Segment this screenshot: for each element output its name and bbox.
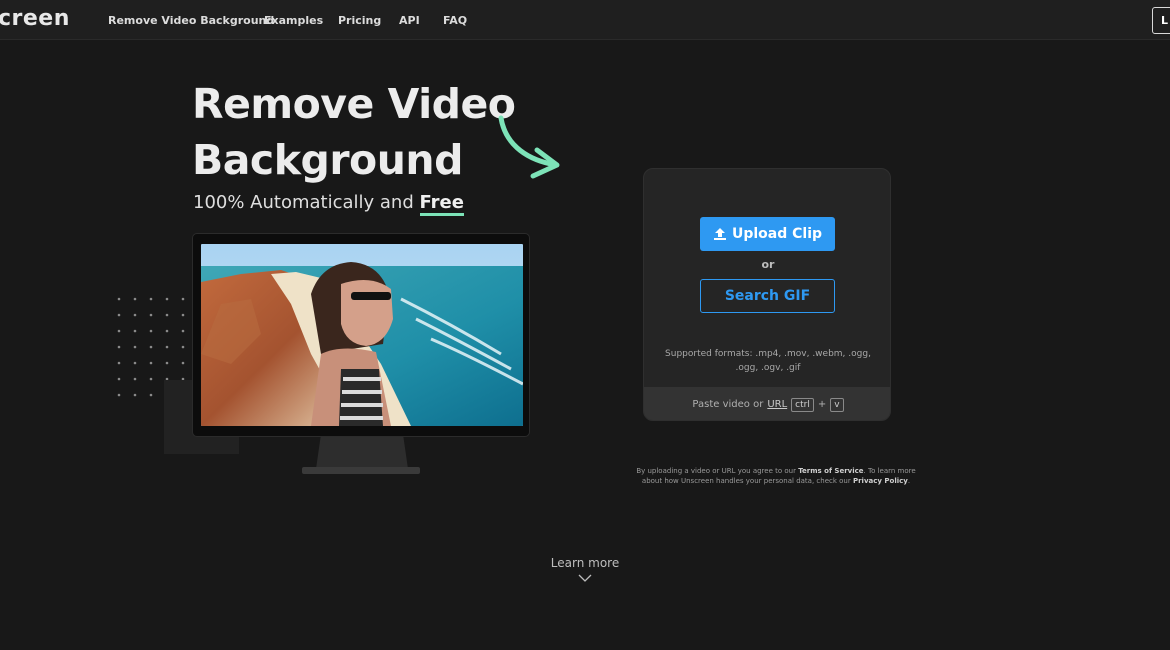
nav-faq[interactable]: FAQ bbox=[443, 14, 467, 27]
or-divider: or bbox=[761, 258, 775, 271]
hero-subtitle-text: 100% Automatically and bbox=[193, 192, 420, 213]
paste-url-link[interactable]: URL bbox=[767, 399, 787, 410]
curved-arrow-icon bbox=[498, 115, 560, 179]
v-key: v bbox=[830, 397, 844, 412]
learn-more-link[interactable]: Learn more bbox=[535, 556, 635, 570]
upload-card: Upload Clip or Search GIF Supported form… bbox=[643, 168, 891, 421]
monitor-base bbox=[302, 467, 420, 474]
logo[interactable]: creen bbox=[0, 6, 70, 31]
upload-clip-button[interactable]: Upload Clip bbox=[700, 217, 835, 251]
terms-text-1: By uploading a video or URL you agree to… bbox=[636, 467, 799, 475]
demo-video-image bbox=[201, 244, 523, 426]
page: creen Remove Video Background Examples P… bbox=[0, 0, 1170, 650]
privacy-policy-link[interactable]: Privacy Policy bbox=[853, 477, 908, 485]
plus-sign: + bbox=[817, 399, 827, 410]
monitor-frame bbox=[192, 233, 530, 437]
login-button[interactable]: L bbox=[1152, 7, 1170, 34]
paste-bar: Paste video or URL ctrl + v bbox=[644, 387, 890, 420]
supported-formats: Supported formats: .mp4, .mov, .webm, .o… bbox=[665, 349, 871, 373]
top-navbar: creen Remove Video Background Examples P… bbox=[0, 0, 1170, 40]
upload-clip-label: Upload Clip bbox=[731, 226, 823, 242]
ctrl-key: ctrl bbox=[791, 397, 814, 412]
nav-api[interactable]: API bbox=[399, 14, 420, 27]
chevron-down-icon[interactable] bbox=[578, 574, 592, 582]
terms-text-3: . bbox=[907, 477, 911, 485]
paste-text: Paste video or bbox=[692, 399, 764, 410]
search-gif-button[interactable]: Search GIF bbox=[700, 279, 835, 313]
upload-icon bbox=[713, 228, 726, 240]
monitor-stand bbox=[316, 437, 408, 469]
terms-of-service-link[interactable]: Terms of Service bbox=[798, 467, 863, 475]
demo-video[interactable] bbox=[201, 244, 523, 426]
nav-examples[interactable]: Examples bbox=[264, 14, 323, 27]
hero-subtitle-free: Free bbox=[419, 192, 464, 216]
nav-pricing[interactable]: Pricing bbox=[338, 14, 381, 27]
hero-subtitle: 100% Automatically and Free bbox=[193, 192, 464, 216]
terms-notice: By uploading a video or URL you agree to… bbox=[636, 466, 916, 486]
nav-remove-video-background[interactable]: Remove Video Background bbox=[108, 14, 274, 27]
